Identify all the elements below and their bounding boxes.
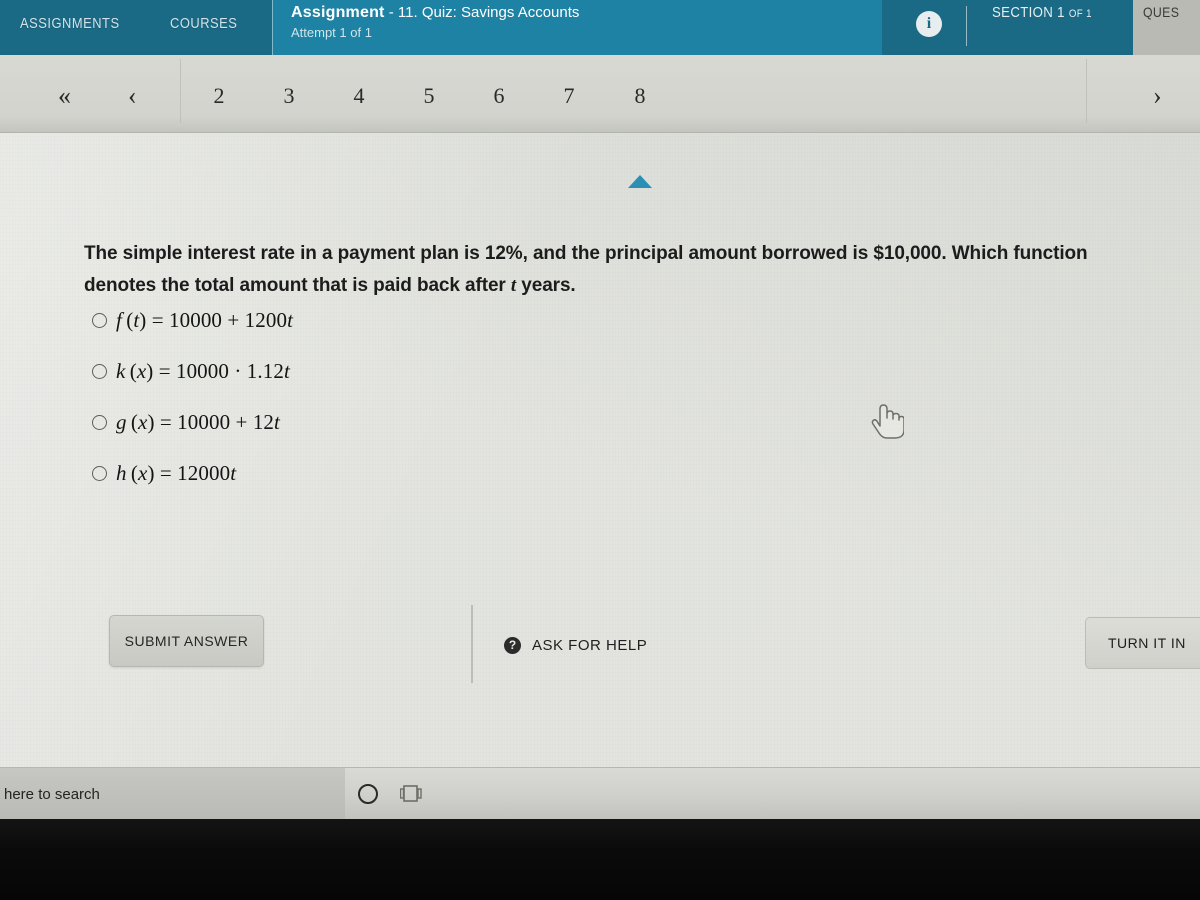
page-number-8[interactable]: 8 [625,83,655,109]
page-number-6[interactable]: 6 [484,83,514,109]
previous-page-icon[interactable]: ‹ [128,83,137,109]
page-navigation-bar: « ‹ › 2 3 4 5 6 7 8 [0,55,1200,188]
turn-it-in-button[interactable]: TURN IT IN [1085,617,1200,669]
pointing-hand-cursor [868,400,905,442]
answer-option-h[interactable]: h (x) = 12000t [92,461,236,486]
action-divider [471,605,473,683]
search-input[interactable]: here to search [0,768,345,820]
app-header: ASSIGNMENTS COURSES Assignment - 11. Qui… [0,0,1133,55]
question-panel-label: QUES [1143,4,1180,20]
header-left-nav: ASSIGNMENTS COURSES [0,0,270,55]
assignment-info-panel: Assignment - 11. Quiz: Savings Accounts … [272,0,882,55]
screen-photo: ASSIGNMENTS COURSES Assignment - 11. Qui… [0,0,1200,900]
nav-separator-left [180,59,181,123]
question-text: The simple interest rate in a payment pl… [84,238,1159,302]
task-view-icon[interactable] [399,784,424,804]
section-indicator-of: OF 1 [1068,8,1092,20]
help-question-icon: ? [504,636,521,654]
attempt-label: Attempt 1 of 1 [291,25,372,40]
answer-option-expression-g: g (x) = 10000 + 12t [116,410,280,434]
next-page-icon[interactable]: › [1153,83,1162,109]
radio-button-f[interactable] [92,313,107,328]
nav-link-assignments[interactable]: ASSIGNMENTS [20,15,120,32]
first-page-icon[interactable]: « [58,83,71,109]
page-number-3[interactable]: 3 [274,83,304,109]
ask-for-help-button[interactable]: ? ASK FOR HELP [504,634,647,656]
question-text-part1: The simple interest rate in a payment pl… [84,243,1088,296]
section-indicator: SECTION 1 OF 1 [992,4,1092,21]
answer-option-k[interactable]: k (x) = 10000 · 1.12t [92,359,290,384]
submit-answer-button[interactable]: SUBMIT ANSWER [109,615,264,667]
header-divider [966,6,967,46]
screen-bezel [0,819,1200,900]
quiz-page: ASSIGNMENTS COURSES Assignment - 11. Qui… [0,0,1200,825]
radio-button-g[interactable] [92,415,107,430]
assignment-title-sub: - 11. Quiz: Savings Accounts [384,4,580,21]
nav-separator-right [1086,59,1087,123]
search-placeholder: here to search [4,785,100,803]
question-side-panel: QUES [1133,0,1200,55]
answer-option-expression-h: h (x) = 12000t [116,461,237,485]
assignment-title-main: Assignment [291,4,385,21]
question-text-part2: years. [516,274,576,296]
info-icon[interactable]: i [916,11,942,37]
radio-button-h[interactable] [92,466,107,481]
assignment-title: Assignment - 11. Quiz: Savings Accounts [291,4,882,22]
ask-for-help-label: ASK FOR HELP [532,636,648,654]
answer-option-expression-k: k (x) = 10000 · 1.12t [116,359,290,383]
answer-option-g[interactable]: g (x) = 10000 + 12t [92,410,280,435]
cortana-icon[interactable] [358,784,378,804]
section-indicator-main: SECTION 1 [992,4,1065,21]
page-number-2[interactable]: 2 [204,83,234,109]
radio-button-k[interactable] [92,364,107,379]
answer-option-expression-f: f (t) = 10000 + 1200t [116,308,293,332]
answer-option-f[interactable]: f (t) = 10000 + 1200t [92,308,293,333]
current-page-marker [628,175,652,188]
nav-link-courses[interactable]: COURSES [170,15,237,32]
page-number-4[interactable]: 4 [344,83,374,109]
windows-taskbar: here to search Akidomi i [0,767,1200,820]
page-number-7[interactable]: 7 [554,83,584,109]
page-number-5[interactable]: 5 [414,83,444,109]
